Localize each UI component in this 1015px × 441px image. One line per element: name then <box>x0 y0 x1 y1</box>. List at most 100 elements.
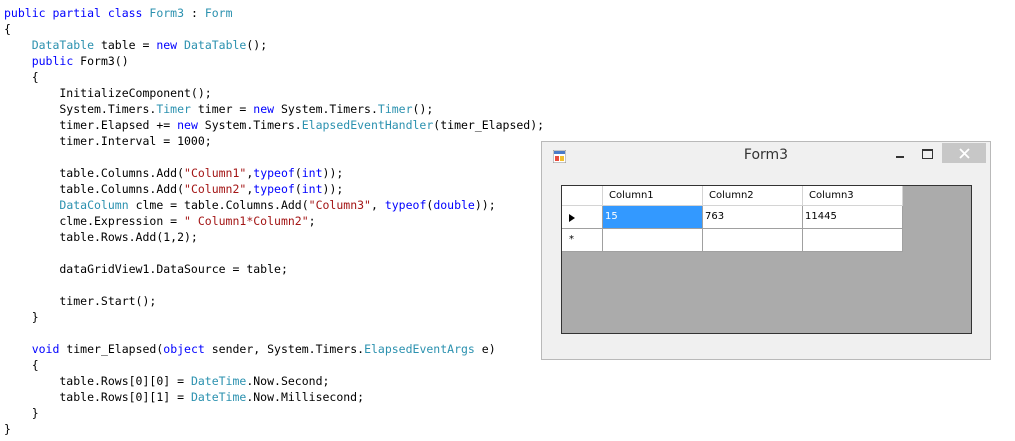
code-token: new <box>253 102 275 116</box>
code-token: DateTime <box>190 390 247 404</box>
minimize-button[interactable] <box>894 148 908 162</box>
code-token: "Column3" <box>308 198 371 212</box>
code-token: timer.Interval = 1000; <box>4 134 212 148</box>
grid-cell-new-c3[interactable] <box>803 229 903 252</box>
grid-cell-r1-c3[interactable]: 11445 <box>803 206 903 229</box>
code-line: table.Rows.Add(1,2); <box>4 229 564 245</box>
grid-cell-r1-c1[interactable]: 15 <box>603 206 703 229</box>
new-row-marker: * <box>569 234 574 245</box>
code-token: void <box>31 342 60 356</box>
code-token: typeof <box>253 182 295 196</box>
code-line: void timer_Elapsed(object sender, System… <box>4 341 564 357</box>
code-line: } <box>4 309 564 325</box>
code-token: "Column2" <box>184 182 247 196</box>
current-row-arrow-icon <box>569 214 575 222</box>
code-line: table.Rows[0][0] = DateTime.Now.Second; <box>4 373 564 389</box>
row-header-1[interactable] <box>562 206 603 229</box>
code-token: timer.Elapsed += <box>4 118 178 132</box>
row-header-new[interactable]: * <box>562 229 603 252</box>
code-line: DataTable table = new DataTable(); <box>4 37 564 53</box>
code-line: } <box>4 421 564 437</box>
code-token: DateTime <box>190 374 247 388</box>
column-header-2[interactable]: Column2 <box>703 186 803 206</box>
code-token: )); <box>322 182 344 196</box>
code-line: dataGridView1.DataSource = table; <box>4 261 564 277</box>
code-editor[interactable]: public partial class Form3 : Form{ DataT… <box>4 5 564 437</box>
code-token: int <box>301 182 323 196</box>
code-line: timer.Elapsed += new System.Timers.Elaps… <box>4 117 564 133</box>
code-token: { <box>4 358 39 372</box>
code-token: e) <box>474 342 496 356</box>
code-token: table = <box>94 38 157 52</box>
code-token: (timer_Elapsed); <box>433 118 545 132</box>
code-token: new <box>177 118 198 132</box>
code-token: DataColumn <box>59 198 129 212</box>
code-line: timer.Interval = 1000; <box>4 133 564 149</box>
code-line: { <box>4 357 564 373</box>
code-token: )); <box>474 198 496 212</box>
code-token: { <box>4 70 39 84</box>
code-token: DataTable <box>31 38 95 52</box>
top-left-header-cell[interactable] <box>562 186 603 206</box>
code-token: table.Rows[0][1] = <box>4 390 191 404</box>
code-token: int <box>301 166 323 180</box>
data-grid-view[interactable]: Column1 Column2 Column3 15 763 11445 * <box>561 185 972 334</box>
code-token: InitializeComponent(); <box>4 86 212 100</box>
code-token: ( <box>294 182 302 196</box>
code-token: typeof <box>253 166 295 180</box>
code-token: ; <box>308 214 316 228</box>
form3-window: Form3 Column1 Column2 Column3 15 763 114… <box>541 141 991 360</box>
code-token: Form3 <box>149 6 185 20</box>
code-token: table.Rows.Add(1,2); <box>4 230 198 244</box>
code-token: timer.Start(); <box>4 294 157 308</box>
grid-cell-new-c1[interactable] <box>603 229 703 252</box>
column-header-3[interactable]: Column3 <box>803 186 903 206</box>
code-token: clme.Expression = <box>4 214 185 228</box>
code-token: table.Columns.Add( <box>4 166 185 180</box>
code-token: clme = table.Columns.Add( <box>128 198 309 212</box>
code-token: } <box>4 310 39 324</box>
code-token: { <box>4 22 11 36</box>
code-token: System.Timers. <box>274 102 378 116</box>
code-line: InitializeComponent(); <box>4 85 564 101</box>
code-token: timer_Elapsed( <box>59 342 164 356</box>
code-token: .Now.Millisecond; <box>246 390 365 404</box>
close-button[interactable] <box>942 143 986 163</box>
code-token: Timer <box>156 102 191 116</box>
code-token: DataTable <box>184 38 247 52</box>
code-token: , <box>370 198 385 212</box>
code-token: typeof <box>384 198 427 212</box>
grid-cell-r1-c2[interactable]: 763 <box>703 206 803 229</box>
code-line: public Form3() <box>4 53 564 69</box>
grid-cell-new-c2[interactable] <box>703 229 803 252</box>
code-line: } <box>4 405 564 421</box>
code-token: object <box>163 342 205 356</box>
code-token: double <box>433 198 475 212</box>
code-line: table.Columns.Add("Column1",typeof(int))… <box>4 165 564 181</box>
code-token: table.Rows[0][0] = <box>4 374 191 388</box>
code-token: ( <box>294 166 302 180</box>
code-line: { <box>4 69 564 85</box>
maximize-button[interactable] <box>920 146 934 160</box>
code-token: )); <box>322 166 344 180</box>
code-line: table.Rows[0][1] = DateTime.Now.Millisec… <box>4 389 564 405</box>
code-token: Form <box>204 6 233 20</box>
code-token: Form3() <box>73 54 129 68</box>
code-token: "Column1" <box>184 166 247 180</box>
close-icon <box>958 147 970 159</box>
code-token: ElapsedEventArgs <box>364 342 475 356</box>
code-line: DataColumn clme = table.Columns.Add("Col… <box>4 197 564 213</box>
code-token: } <box>4 422 11 436</box>
code-token: table.Columns.Add( <box>4 182 185 196</box>
code-token: Timer <box>377 102 413 116</box>
column-header-1[interactable]: Column1 <box>603 186 703 206</box>
title-bar[interactable]: Form3 <box>542 142 990 171</box>
